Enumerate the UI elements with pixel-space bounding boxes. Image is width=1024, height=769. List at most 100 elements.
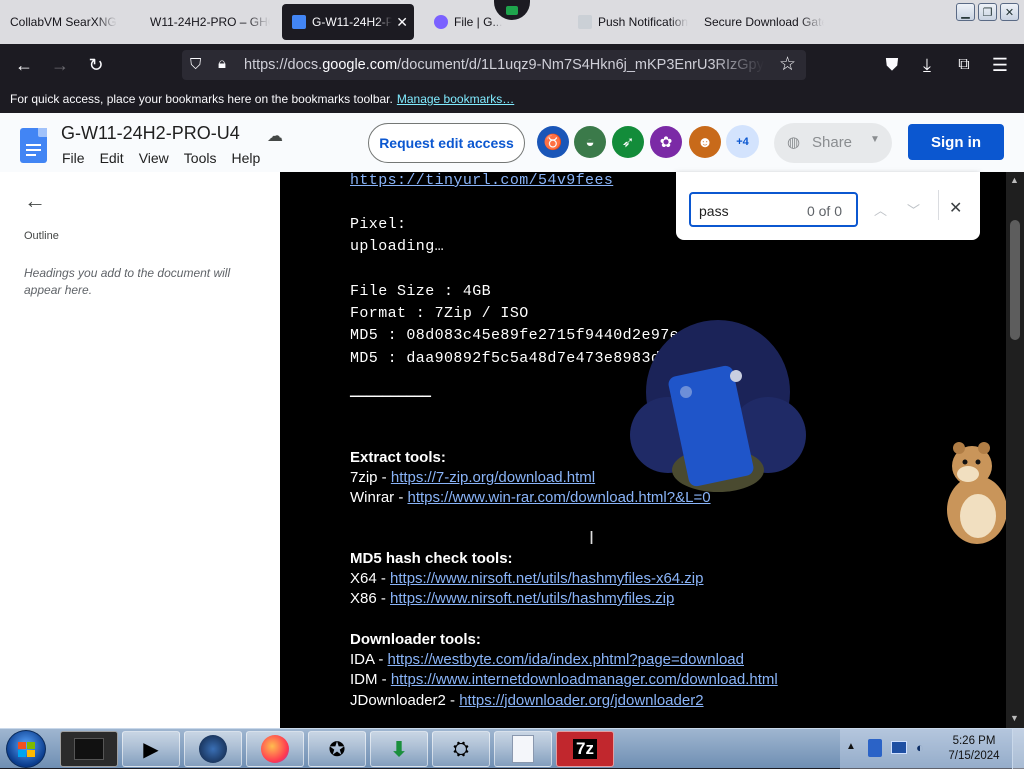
back-arrow-icon[interactable]: ← <box>10 52 38 78</box>
anonymous-user-capybara-avatar[interactable]: ☻ <box>689 126 721 158</box>
phone-character-sticker <box>630 320 806 492</box>
menu-view[interactable]: View <box>139 150 169 166</box>
manage-bookmarks-link[interactable]: Manage bookmarks… <box>397 92 514 106</box>
downloads-icon[interactable]: ⤓ <box>913 52 941 78</box>
taskbar-clock[interactable]: 5:26 PM 7/15/2024 <box>940 734 1008 764</box>
bookmark-star-icon[interactable]: ☆ <box>779 53 796 76</box>
menu-edit[interactable]: Edit <box>100 150 124 166</box>
share-button[interactable]: ◍ Share ▼ <box>774 123 892 163</box>
taskbar-firefox-icon[interactable] <box>246 731 304 767</box>
7zip-download-link[interactable]: https://7-zip.org/download.html <box>391 469 595 486</box>
minimize-window-button[interactable]: ▁ <box>956 3 975 21</box>
hashmyfiles-x64-link[interactable]: https://www.nirsoft.net/utils/hashmyfile… <box>390 570 703 587</box>
menu-tools[interactable]: Tools <box>184 150 217 166</box>
taskbar-idm-icon[interactable]: ⬇ <box>370 731 428 767</box>
tool-name: 7zip - <box>350 469 391 486</box>
globe-icon: ◍ <box>787 134 801 151</box>
scrollbar-thumb[interactable] <box>1010 220 1020 340</box>
share-label: Share <box>812 134 853 151</box>
extensions-icon[interactable]: ⧉ <box>950 52 978 78</box>
document-outline-panel: ← Outline Headings you add to the docume… <box>0 172 280 728</box>
menu-help[interactable]: Help <box>231 150 260 166</box>
previous-match-chevron-icon[interactable]: ︿ <box>874 200 887 219</box>
document-title[interactable]: G-W11-24H2-PRO-U4 <box>61 123 240 144</box>
close-tab-icon[interactable]: ✕ <box>396 14 408 31</box>
tool-name: JDownloader2 - <box>350 692 460 709</box>
taskbar-media-player-icon[interactable]: ▶ <box>122 731 180 767</box>
find-query[interactable]: pass <box>699 203 729 219</box>
url-text[interactable]: https://docs.google.com/document/d/1L1uq… <box>244 57 764 73</box>
menu-file[interactable]: File <box>62 150 85 166</box>
tray-app-icon[interactable] <box>868 739 882 757</box>
jdownloader-link[interactable]: https://jdownloader.org/jdownloader2 <box>459 692 703 709</box>
tracking-protection-shield-icon[interactable]: ⛉ <box>190 56 201 73</box>
next-match-chevron-icon[interactable]: ﹀ <box>907 200 920 219</box>
tab-collabvm-searxng[interactable]: CollabVM SearXNG <box>0 4 130 40</box>
tab-label: File | G... <box>454 15 503 29</box>
text-cursor-icon: I <box>589 528 595 548</box>
scroll-up-arrow-icon[interactable]: ▲ <box>1010 175 1019 185</box>
network-icon[interactable] <box>891 741 907 754</box>
tool-name: Winrar - <box>350 489 408 506</box>
hamster-sticker <box>947 442 1006 544</box>
request-edit-access-button[interactable]: Request edit access <box>368 123 525 163</box>
browser-tab-strip: CollabVM SearXNG W11-24H2-PRO – GHO G-W1… <box>0 0 1024 44</box>
find-input[interactable]: pass 0 of 0 <box>689 192 858 227</box>
md5-tools-heading: MD5 hash check tools: <box>350 550 513 567</box>
outline-title: Outline <box>24 230 59 242</box>
anonymous-user-avatar[interactable]: ➶ <box>612 126 644 158</box>
bookmarks-hint-text: For quick access, place your bookmarks h… <box>10 92 393 106</box>
taskbar-7zip-icon[interactable]: 7z <box>556 731 614 767</box>
lock-icon[interactable]: 🔒︎ <box>218 55 226 72</box>
taskbar-vm-window-icon[interactable] <box>60 731 118 767</box>
close-outline-arrow-icon[interactable]: ← <box>24 188 46 214</box>
sign-in-button[interactable]: Sign in <box>908 124 1004 160</box>
tab-active-google-doc[interactable]: G-W11-24H2-PRO ✕ <box>282 4 414 40</box>
site-favicon-icon <box>434 15 448 29</box>
volume-icon[interactable]: ◐ <box>916 740 924 755</box>
scroll-down-arrow-icon[interactable]: ▼ <box>1010 713 1019 723</box>
taskbar-document-icon[interactable] <box>494 731 552 767</box>
reload-icon[interactable]: ↻ <box>82 52 110 78</box>
google-docs-favicon-icon <box>292 15 306 29</box>
share-dropdown-chevron-icon[interactable]: ▼ <box>870 134 880 145</box>
tool-name: X86 - <box>350 590 391 607</box>
show-hidden-icons-chevron-icon[interactable]: ▲ <box>846 741 856 752</box>
tool-name: IDM - <box>350 671 391 688</box>
address-bar[interactable]: ⛉ 🔒︎ https://docs.google.com/document/d/… <box>182 50 806 80</box>
anonymous-user-buffalo-avatar[interactable]: ♉ <box>537 126 569 158</box>
show-desktop-button[interactable] <box>1012 729 1024 769</box>
tab-secure-download-gate[interactable]: Secure Download Gate <box>694 4 824 40</box>
anonymous-user-platypus-avatar[interactable]: ◒ <box>574 126 606 158</box>
outline-empty-hint: Headings you add to the document will ap… <box>24 266 231 297</box>
forward-arrow-icon[interactable]: → <box>46 52 74 78</box>
tool-name: IDA - <box>350 651 388 668</box>
more-viewers-count[interactable]: +4 <box>726 125 759 158</box>
hamburger-menu-icon[interactable]: ☰ <box>986 52 1014 78</box>
find-in-document-bar: pass 0 of 0 ︿ ﹀ ✕ <box>676 172 980 240</box>
pocket-icon[interactable]: ⛊ <box>878 52 906 78</box>
tool-line-jdownloader: JDownloader2 - https://jdownloader.org/j… <box>350 692 704 709</box>
google-docs-logo-icon[interactable] <box>20 128 47 163</box>
idm-download-link[interactable]: https://www.internetdownloadmanager.com/… <box>391 671 778 688</box>
tinyurl-link[interactable]: https://tinyurl.com/54v9fees <box>350 172 613 189</box>
taskbar-thunderbird-icon[interactable] <box>184 731 242 767</box>
windows-taskbar: ▶ ✪ ⬇ ⛭ 7z ▲ ◐ 5:26 PM 7/15/2024 <box>0 728 1024 769</box>
ida-download-link[interactable]: https://westbyte.com/ida/index.phtml?pag… <box>388 651 744 668</box>
browser-navigation-bar: ← → ↻ ⛉ 🔒︎ https://docs.google.com/docum… <box>0 44 1024 86</box>
maximize-window-button[interactable]: ❐ <box>978 3 997 21</box>
start-orb-windows-icon[interactable] <box>6 730 46 768</box>
tab-push-notification[interactable]: Push Notification <box>568 4 688 40</box>
anonymous-user-kiwi-avatar[interactable]: ✿ <box>650 126 682 158</box>
hashmyfiles-x86-link[interactable]: https://www.nirsoft.net/utils/hashmyfile… <box>390 590 674 607</box>
document-scrollbar[interactable]: ▲ ▼ <box>1006 172 1024 728</box>
cloud-saved-icon[interactable]: ☁ <box>267 126 283 146</box>
tab-w11-gho[interactable]: W11-24H2-PRO – GHO <box>140 4 270 40</box>
tab-label: Secure Download Gate <box>704 15 824 29</box>
tab-label: Push Notification <box>598 15 688 29</box>
taskbar-app-icon[interactable]: ✪ <box>308 731 366 767</box>
document-page[interactable]: https://tinyurl.com/54v9fees Pixel: uplo… <box>280 172 1006 728</box>
close-find-icon[interactable]: ✕ <box>949 198 962 218</box>
taskbar-network-icon[interactable]: ⛭ <box>432 731 490 767</box>
close-window-button[interactable]: ✕ <box>1000 3 1019 21</box>
